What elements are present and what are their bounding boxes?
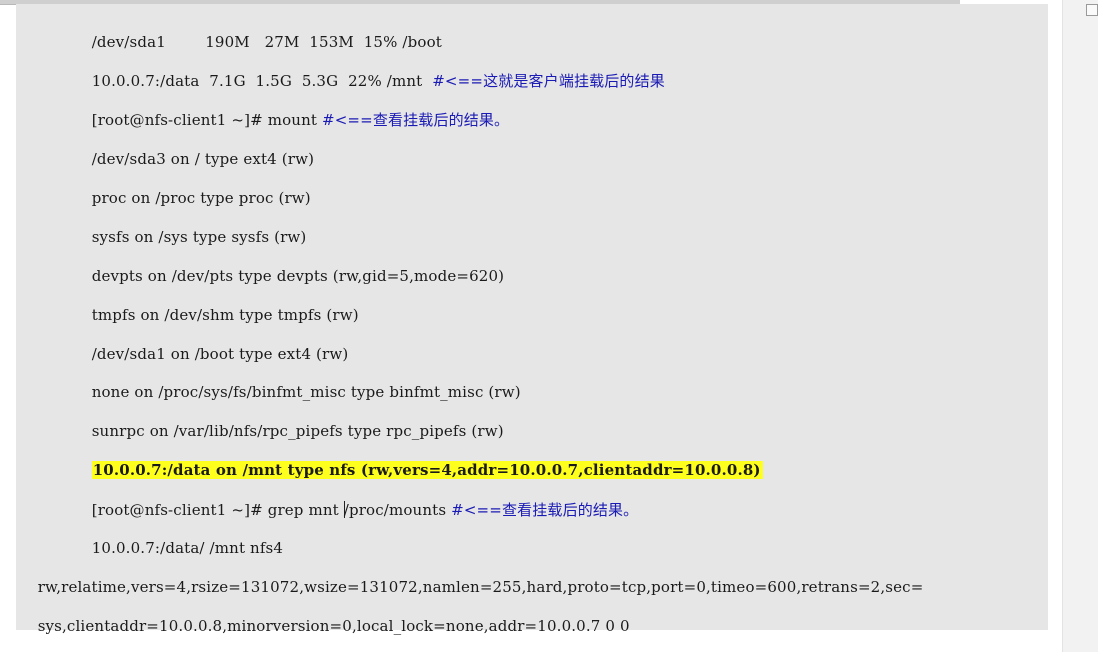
line-text: rw,relatime,vers=4,rsize=131072,wsize=13… <box>37 578 924 596</box>
highlighted-text: 10.0.0.7:/data on /mnt type nfs (rw,vers… <box>91 461 763 479</box>
line-text: sysfs on /sys type sysfs (rw) <box>91 228 307 246</box>
line-text: sys,clientaddr=10.0.0.8,minorversion=0,l… <box>37 617 630 635</box>
line-text: none on /proc/sys/fs/binfmt_misc type bi… <box>91 383 521 401</box>
line-text: /proc/mounts <box>343 501 452 519</box>
line-text: /dev/sda1 on /boot type ext4 (rw) <box>91 345 349 363</box>
line-text: 10.0.0.7:/data 7.1G 1.5G 5.3G 22% /mnt <box>91 72 433 90</box>
line-comment: #<==这就是客户端挂载后的结果 <box>432 72 665 90</box>
line-text: [root@nfs-client1 ~]# grep mnt <box>91 501 344 519</box>
right-scroll-area[interactable] <box>1062 0 1098 652</box>
line-text: proc on /proc type proc (rw) <box>91 189 311 207</box>
line-text: sunrpc on /var/lib/nfs/rpc_pipefs type r… <box>91 422 504 440</box>
line-text: 10.0.0.7:/data/ /mnt nfs4 <box>91 539 284 557</box>
line-text: devpts on /dev/pts type devpts (rw,gid=5… <box>91 267 505 285</box>
window-control-icon[interactable] <box>1086 4 1098 16</box>
document-page[interactable]: /dev/sda1 190M 27M 153M 15% /boot 10.0.0… <box>16 4 1048 635</box>
line-text: [root@nfs-client1 ~]# mount <box>91 111 322 129</box>
line-comment: #<==查看挂载后的结果。 <box>451 501 639 519</box>
text-line: sys,clientaddr=10.0.0.8,minorversion=0,l… <box>18 596 630 656</box>
line-text: /dev/sda1 190M 27M 153M 15% /boot <box>91 33 442 51</box>
line-comment: #<==查看挂载后的结果。 <box>321 111 510 129</box>
line-text: tmpfs on /dev/shm type tmpfs (rw) <box>91 306 359 324</box>
line-text: /dev/sda3 on / type ext4 (rw) <box>91 150 315 168</box>
